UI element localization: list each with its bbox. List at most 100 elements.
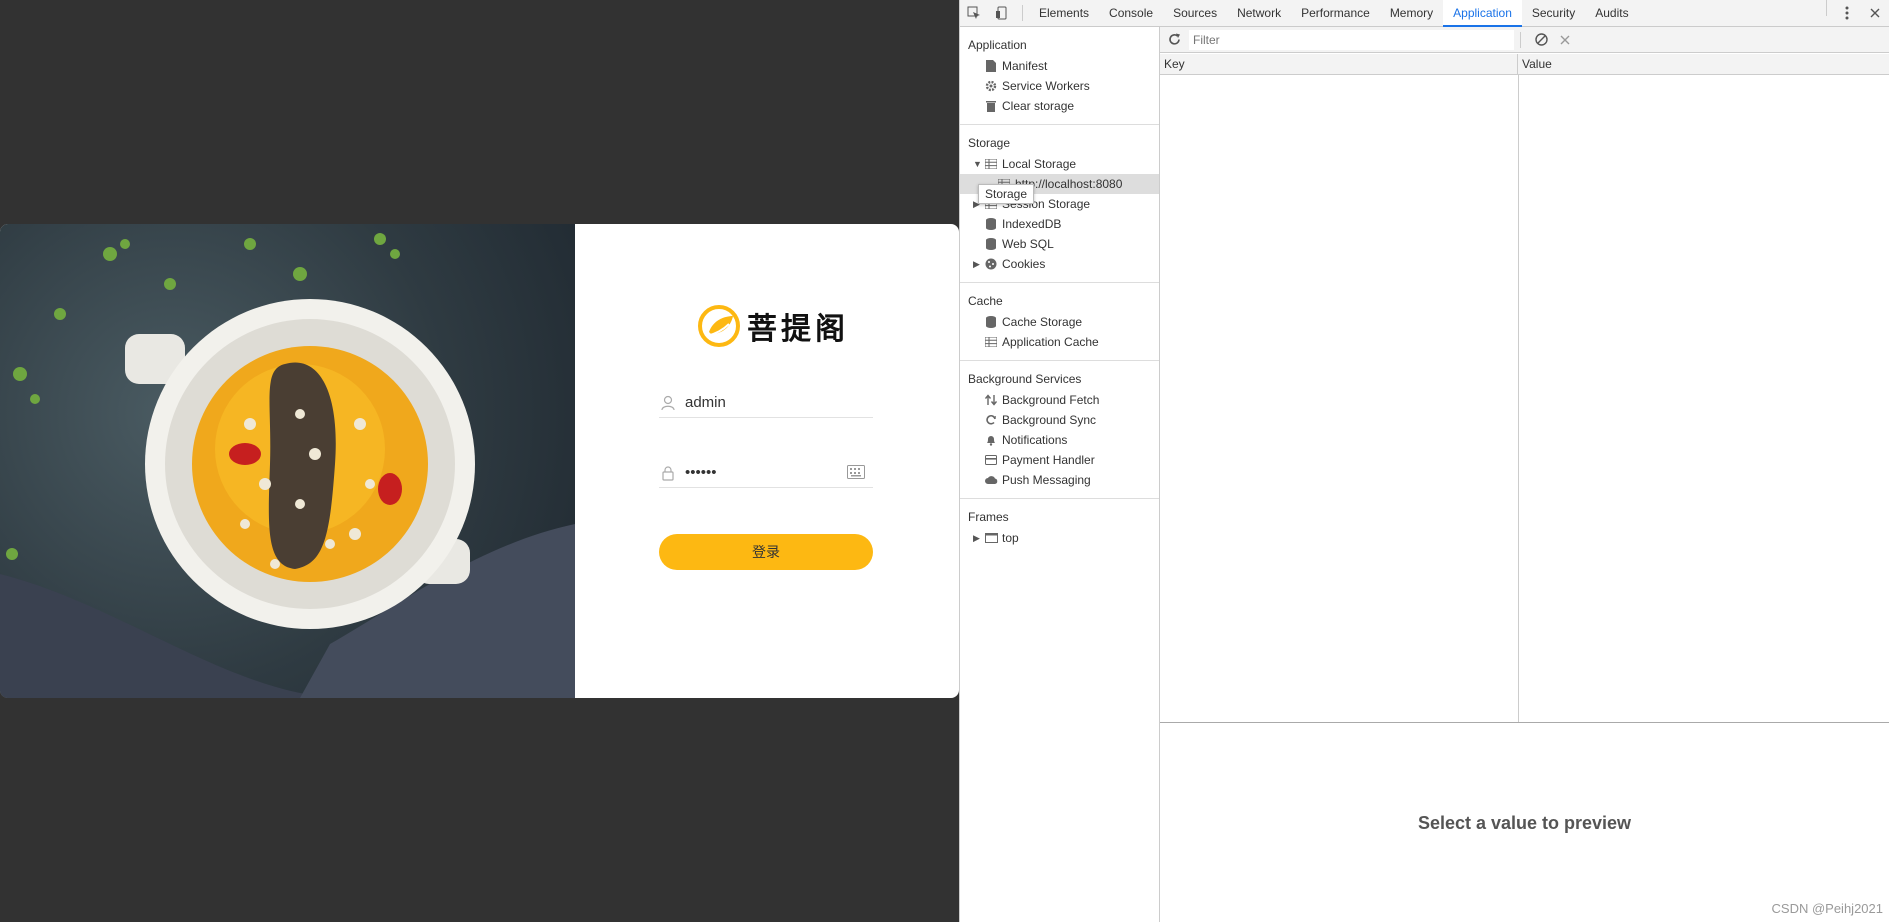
sidebar-item-frame-top[interactable]: ▶ top [960, 528, 1159, 548]
up-down-arrows-icon [984, 393, 998, 407]
grid-icon [984, 335, 998, 349]
lock-icon [659, 464, 677, 482]
sidebar-item-clear-storage[interactable]: Clear storage [960, 96, 1159, 116]
block-icon[interactable] [1535, 33, 1548, 46]
sidebar-item-label: Background Fetch [1002, 393, 1100, 407]
database-icon [984, 315, 998, 329]
sidebar-item-label: Web SQL [1002, 237, 1054, 251]
tab-memory[interactable]: Memory [1380, 0, 1443, 27]
gear-icon [984, 79, 998, 93]
sync-icon [984, 413, 998, 427]
tab-elements[interactable]: Elements [1029, 0, 1099, 27]
sidebar-item-label: Notifications [1002, 433, 1068, 447]
database-icon [984, 217, 998, 231]
sidebar-item-local-storage[interactable]: ▼ Local Storage [960, 154, 1159, 174]
preview-pane: Select a value to preview [1160, 724, 1889, 922]
column-divider[interactable] [1518, 75, 1519, 722]
devtools-body: Application Manifest Service Workers Cle… [960, 27, 1889, 922]
sidebar-item-cache-storage[interactable]: Cache Storage [960, 312, 1159, 332]
frame-icon [984, 531, 998, 545]
sidebar-item-label: Clear storage [1002, 99, 1075, 113]
sidebar-item-background-fetch[interactable]: Background Fetch [960, 390, 1159, 410]
username-input[interactable] [685, 394, 835, 411]
sidebar-item-label: Payment Handler [1002, 453, 1095, 467]
section-title-application: Application [968, 38, 1027, 52]
tooltip: Storage [978, 184, 1035, 204]
tab-audits[interactable]: Audits [1585, 0, 1638, 27]
caret-down-icon[interactable]: ▼ [973, 154, 982, 174]
sidebar-item-label: Background Sync [1002, 413, 1097, 427]
caret-right-icon[interactable]: ▶ [973, 528, 980, 548]
login-button[interactable]: 登录 [659, 534, 873, 570]
section-title-cache: Cache [968, 294, 1003, 308]
sidebar-item-label: Local Storage [1002, 157, 1077, 171]
bell-icon [984, 433, 998, 447]
caret-right-icon[interactable]: ▶ [973, 254, 980, 274]
password-field [659, 458, 873, 488]
sidebar-item-label: Push Messaging [1002, 473, 1091, 487]
inspect-element-icon[interactable] [960, 0, 988, 26]
watermark: CSDN @Peihj2021 [1771, 901, 1883, 916]
file-icon [984, 59, 998, 73]
user-icon [659, 394, 677, 412]
database-icon [984, 237, 998, 251]
credit-card-icon [984, 453, 998, 467]
column-header-value[interactable]: Value [1518, 54, 1552, 74]
tab-console[interactable]: Console [1099, 0, 1163, 27]
sidebar-item-web-sql[interactable]: Web SQL [960, 234, 1159, 254]
food-photo [0, 224, 575, 698]
tab-performance[interactable]: Performance [1291, 0, 1380, 27]
filter-bar [1160, 27, 1889, 53]
clear-icon[interactable] [1560, 35, 1570, 45]
preview-placeholder: Select a value to preview [1417, 812, 1632, 833]
storage-main-pane: Key Value Select a value to preview CSDN… [1160, 27, 1889, 922]
devtools-panel: Elements Console Sources Network Perform… [959, 0, 1889, 922]
sidebar-item-payment-handler[interactable]: Payment Handler [960, 450, 1159, 470]
tab-network[interactable]: Network [1227, 0, 1291, 27]
column-header-key[interactable]: Key [1160, 54, 1518, 74]
sidebar-item-manifest[interactable]: Manifest [960, 56, 1159, 76]
table-header: Key Value [1160, 54, 1889, 75]
sidebar-item-application-cache[interactable]: Application Cache [960, 332, 1159, 352]
section-title-storage: Storage [968, 136, 1011, 150]
section-title-background-services: Background Services [968, 372, 1082, 386]
toolbar-separator [1022, 5, 1023, 21]
tab-security[interactable]: Security [1522, 0, 1585, 27]
login-card: 菩提阁 登录 [0, 224, 959, 698]
application-sidebar: Application Manifest Service Workers Cle… [960, 27, 1160, 922]
sidebar-item-background-sync[interactable]: Background Sync [960, 410, 1159, 430]
refresh-icon[interactable] [1168, 33, 1181, 46]
grid-icon [984, 157, 998, 171]
sidebar-item-indexeddb[interactable]: IndexedDB [960, 214, 1159, 234]
brand-name: 菩提阁 [747, 312, 849, 347]
sidebar-item-service-workers[interactable]: Service Workers [960, 76, 1159, 96]
sidebar-item-push-messaging[interactable]: Push Messaging [960, 470, 1159, 490]
login-page: 菩提阁 登录 [0, 0, 959, 922]
cookie-icon [984, 257, 998, 271]
sidebar-item-label: Service Workers [1002, 79, 1090, 93]
password-input[interactable] [685, 464, 835, 481]
brand-logo: 菩提阁 [697, 304, 849, 348]
cloud-icon [984, 473, 998, 487]
device-toggle-icon[interactable] [988, 0, 1016, 26]
login-form: 菩提阁 登录 [575, 224, 959, 698]
sidebar-item-label: top [1002, 531, 1019, 545]
tab-sources[interactable]: Sources [1163, 0, 1227, 27]
sidebar-item-label: Cookies [1002, 257, 1046, 271]
sidebar-item-label: Cache Storage [1002, 315, 1083, 329]
sidebar-item-notifications[interactable]: Notifications [960, 430, 1159, 450]
filter-input[interactable] [1189, 29, 1514, 50]
sidebar-item-label: IndexedDB [1002, 217, 1062, 231]
toolbar-separator [1520, 31, 1521, 48]
keyboard-icon[interactable] [847, 465, 865, 482]
close-icon[interactable] [1861, 0, 1889, 26]
tab-application[interactable]: Application [1443, 0, 1522, 27]
sidebar-item-label: Manifest [1002, 59, 1048, 73]
trash-icon [984, 99, 998, 113]
sidebar-item-label: Application Cache [1002, 335, 1099, 349]
section-title-frames: Frames [968, 510, 1009, 524]
storage-table: Key Value [1160, 54, 1889, 723]
sidebar-item-cookies[interactable]: ▶ Cookies [960, 254, 1159, 274]
devtools-toolbar: Elements Console Sources Network Perform… [960, 0, 1889, 27]
more-menu-icon[interactable] [1833, 0, 1861, 26]
